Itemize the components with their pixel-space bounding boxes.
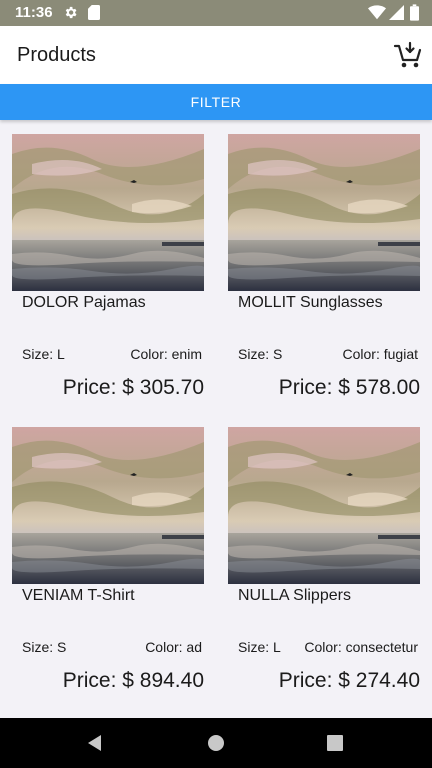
- gear-icon: [65, 6, 77, 19]
- product-image: [12, 134, 204, 291]
- battery-icon: [410, 4, 419, 21]
- sd-card-icon: [88, 5, 100, 20]
- product-image: [228, 134, 420, 291]
- product-color: Color: enim: [130, 346, 202, 362]
- product-card[interactable]: NULLA Slippers Size: L Color: consectetu…: [228, 413, 428, 693]
- product-image: [228, 427, 420, 584]
- filter-button[interactable]: FILTER: [0, 84, 432, 120]
- product-size: Size: S: [238, 346, 283, 362]
- home-icon[interactable]: [207, 734, 225, 752]
- app-bar: Products: [0, 26, 432, 84]
- product-price: Price: $ 578.00: [278, 376, 420, 399]
- page-title: Products: [17, 44, 96, 66]
- product-price: Price: $ 274.40: [278, 669, 420, 692]
- product-color: Color: fugiat: [342, 346, 418, 362]
- navigation-bar: [0, 718, 432, 768]
- product-image: [12, 427, 204, 584]
- status-bar: 11:36: [0, 0, 432, 26]
- cart-add-icon: [393, 41, 422, 68]
- product-name: MOLLIT Sunglasses: [238, 294, 383, 311]
- product-card[interactable]: MOLLIT Sunglasses Size: S Color: fugiat …: [228, 120, 428, 400]
- status-time: 11:36: [15, 4, 53, 21]
- cart-button[interactable]: [393, 40, 423, 70]
- product-size: Size: L: [238, 639, 281, 655]
- product-color: Color: ad: [145, 639, 202, 655]
- product-price: Price: $ 305.70: [62, 376, 204, 399]
- product-color: Color: consectetur: [304, 639, 418, 655]
- back-icon[interactable]: [86, 734, 104, 752]
- product-card[interactable]: DOLOR Pajamas Size: L Color: enim Price:…: [12, 120, 212, 400]
- product-price: Price: $ 894.40: [62, 669, 204, 692]
- signal-icon: [389, 5, 404, 20]
- product-size: Size: S: [22, 639, 67, 655]
- product-size: Size: L: [22, 346, 65, 362]
- product-card[interactable]: VENIAM T-Shirt Size: S Color: ad Price: …: [12, 413, 212, 693]
- product-name: VENIAM T-Shirt: [22, 587, 135, 604]
- wifi-icon: [368, 5, 386, 20]
- product-name: NULLA Slippers: [238, 587, 351, 604]
- recents-icon[interactable]: [327, 735, 343, 751]
- product-name: DOLOR Pajamas: [22, 294, 146, 311]
